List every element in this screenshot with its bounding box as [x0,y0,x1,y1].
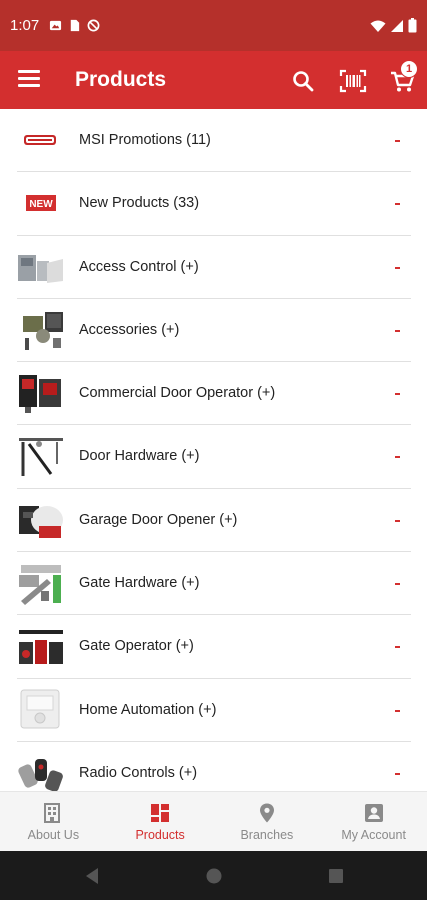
access-control-image [18,254,63,283]
barcode-scan-icon[interactable] [338,67,368,95]
radio-controls-image [18,758,63,791]
new-badge-icon: NEW [26,195,56,212]
page-title: Products [75,68,167,91]
list-item-home-automation[interactable]: Home Automation (+) [17,679,411,742]
list-item-commercial-door-operator[interactable]: Commercial Door Operator (+) [17,362,411,426]
list-item-accessories[interactable]: Accessories (+) [17,299,411,363]
promo-badge-icon [24,135,56,145]
list-item-label: Accessories (+) [79,321,180,338]
chevron-right-icon [395,266,400,269]
list-item-label: Door Hardware (+) [79,448,200,465]
list-item-label: New Products (33) [79,195,200,212]
app-bar: Products 1 [0,51,427,109]
list-item-gate-operator[interactable]: Gate Operator (+) [17,615,411,679]
chevron-right-icon [395,646,400,649]
chevron-right-icon [395,772,400,775]
gate-operator-image [19,630,63,665]
wifi-icon [370,20,386,32]
signal-icon [391,19,403,32]
list-item-radio-controls[interactable]: Radio Controls (+) [17,742,411,791]
system-nav-bar [0,851,427,900]
list-item-label: Garage Door Opener (+) [79,511,238,528]
location-pin-icon [259,803,274,823]
door-hardware-image [19,438,63,477]
chevron-right-icon [395,140,400,142]
list-item-msi-promotions[interactable]: MSI Promotions (11) [17,109,411,173]
nav-label: Branches [240,828,294,842]
nav-branches[interactable]: Branches [214,792,321,851]
home-automation-image [20,689,60,729]
home-icon[interactable] [205,867,223,885]
cart-count-badge: 1 [400,60,418,78]
chevron-right-icon [395,519,400,522]
nav-label: About Us [27,828,80,842]
account-icon [364,804,383,822]
nav-my-account[interactable]: My Account [320,792,427,851]
sim-icon [70,19,80,32]
chevron-right-icon [395,583,400,586]
menu-icon[interactable] [18,70,40,88]
svg-text:NEW: NEW [29,199,53,210]
image-icon [50,20,62,31]
list-item-label: Gate Operator (+) [79,638,194,655]
commercial-door-operator-image [19,375,61,414]
list-item-label: Radio Controls (+) [79,764,198,781]
status-time: 1:07 [10,17,40,34]
list-item-access-control[interactable]: Access Control (+) [17,236,411,299]
list-item-label: Gate Hardware (+) [79,575,200,592]
blocked-icon [87,19,100,32]
nav-products[interactable]: Products [107,792,214,851]
gate-hardware-image [19,565,61,606]
list-item-new-products[interactable]: NEW New Products (33) [17,172,411,236]
garage-door-opener-image [19,505,63,538]
chevron-right-icon [395,329,400,332]
category-list: MSI Promotions (11) NEW New Products (33… [0,109,427,791]
chevron-right-icon [395,709,400,712]
nav-label: Products [135,828,185,842]
list-item-label: Commercial Door Operator (+) [79,385,276,402]
grid-icon [151,804,170,822]
chevron-right-icon [395,456,400,459]
list-item-gate-hardware[interactable]: Gate Hardware (+) [17,552,411,616]
search-icon[interactable] [289,67,317,95]
building-icon [44,803,61,823]
chevron-right-icon [395,393,400,396]
bottom-nav: About Us Products Branches My Account [0,791,427,851]
list-item-door-hardware[interactable]: Door Hardware (+) [17,425,411,489]
nav-label: My Account [341,828,406,842]
list-item-label: MSI Promotions (11) [79,132,211,148]
status-bar: 1:07 [0,0,427,51]
back-icon[interactable] [84,867,100,885]
list-item-label: Home Automation (+) [79,701,217,718]
battery-icon [408,18,417,33]
nav-about-us[interactable]: About Us [0,792,107,851]
list-item-garage-door-opener[interactable]: Garage Door Opener (+) [17,489,411,553]
list-item-label: Access Control (+) [79,258,199,275]
chevron-right-icon [395,203,400,206]
accessories-image [23,311,63,350]
recents-icon[interactable] [328,868,344,884]
